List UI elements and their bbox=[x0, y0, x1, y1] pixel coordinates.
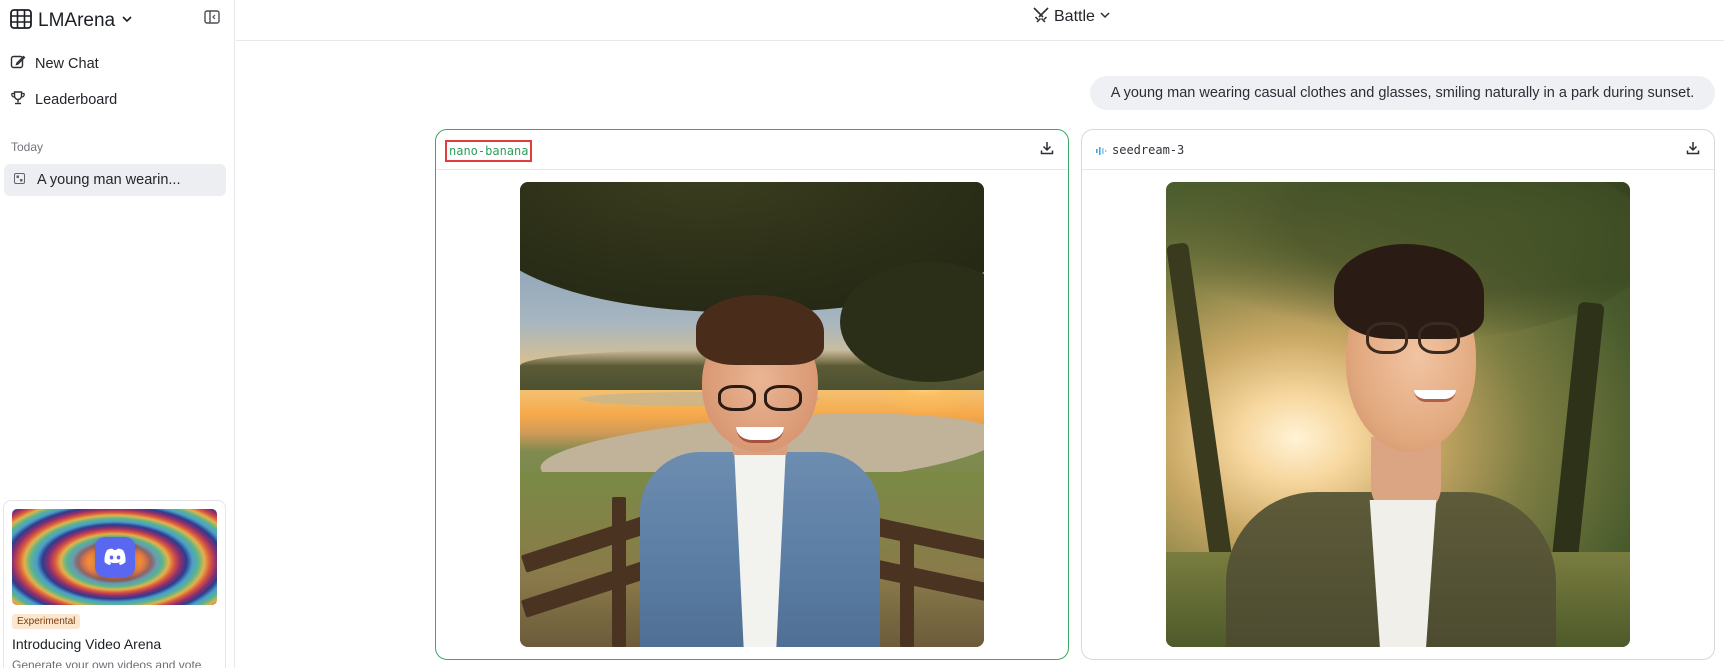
chat-history-item[interactable]: A young man wearin... bbox=[4, 164, 226, 196]
response-card-header: seedream-3 bbox=[1082, 130, 1714, 170]
promo-image bbox=[12, 509, 217, 605]
image-icon bbox=[14, 172, 25, 188]
edit-icon bbox=[10, 54, 26, 74]
response-card-header: nano-banana bbox=[436, 130, 1068, 170]
leaderboard-link[interactable]: Leaderboard bbox=[10, 87, 117, 113]
section-today-label: Today bbox=[11, 140, 44, 154]
response-card-a[interactable]: nano-banana bbox=[435, 129, 1069, 660]
new-chat-button[interactable]: New Chat bbox=[10, 51, 99, 77]
grid-table-icon bbox=[10, 8, 32, 34]
user-prompt-text: A young man wearing casual clothes and g… bbox=[1110, 85, 1695, 101]
chevron-down-icon bbox=[121, 12, 133, 30]
promo-description: Generate your own videos and vote bbox=[12, 658, 202, 668]
generated-image[interactable] bbox=[1166, 182, 1630, 647]
leaderboard-label: Leaderboard bbox=[35, 92, 118, 108]
chat-history-title: A young man wearin... bbox=[37, 172, 181, 188]
download-button[interactable] bbox=[1684, 141, 1702, 159]
sidebar-collapse-button[interactable] bbox=[202, 9, 222, 29]
mode-label: Battle bbox=[1054, 8, 1095, 25]
sidebar: LMArena New Chat Leaderboard Today A you… bbox=[0, 0, 235, 668]
crossed-swords-icon bbox=[1032, 6, 1050, 29]
chevron-down-icon bbox=[1099, 8, 1111, 26]
audio-wave-icon bbox=[1095, 144, 1107, 156]
brand-name: LMArena bbox=[38, 10, 116, 31]
model-name-label: seedream-3 bbox=[1112, 143, 1185, 157]
top-bar: Battle bbox=[236, 0, 1724, 41]
video-arena-promo-card[interactable]: Experimental Introducing Video Arena Gen… bbox=[3, 500, 226, 668]
mode-selector[interactable]: Battle bbox=[1032, 6, 1111, 28]
discord-icon bbox=[95, 537, 135, 577]
user-prompt-bubble: A young man wearing casual clothes and g… bbox=[1090, 76, 1715, 110]
experimental-badge: Experimental bbox=[12, 614, 81, 629]
download-icon bbox=[1686, 141, 1700, 160]
sidebar-collapse-icon bbox=[204, 9, 220, 29]
generated-image[interactable] bbox=[520, 182, 984, 647]
new-chat-label: New Chat bbox=[35, 56, 99, 72]
trophy-icon bbox=[10, 90, 26, 110]
model-name-label: nano-banana bbox=[445, 140, 533, 162]
brand-menu[interactable]: LMArena bbox=[10, 8, 133, 34]
promo-title: Introducing Video Arena bbox=[12, 636, 162, 652]
download-icon bbox=[1040, 141, 1054, 160]
response-card-b[interactable]: seedream-3 bbox=[1081, 129, 1715, 660]
download-button[interactable] bbox=[1038, 141, 1056, 159]
